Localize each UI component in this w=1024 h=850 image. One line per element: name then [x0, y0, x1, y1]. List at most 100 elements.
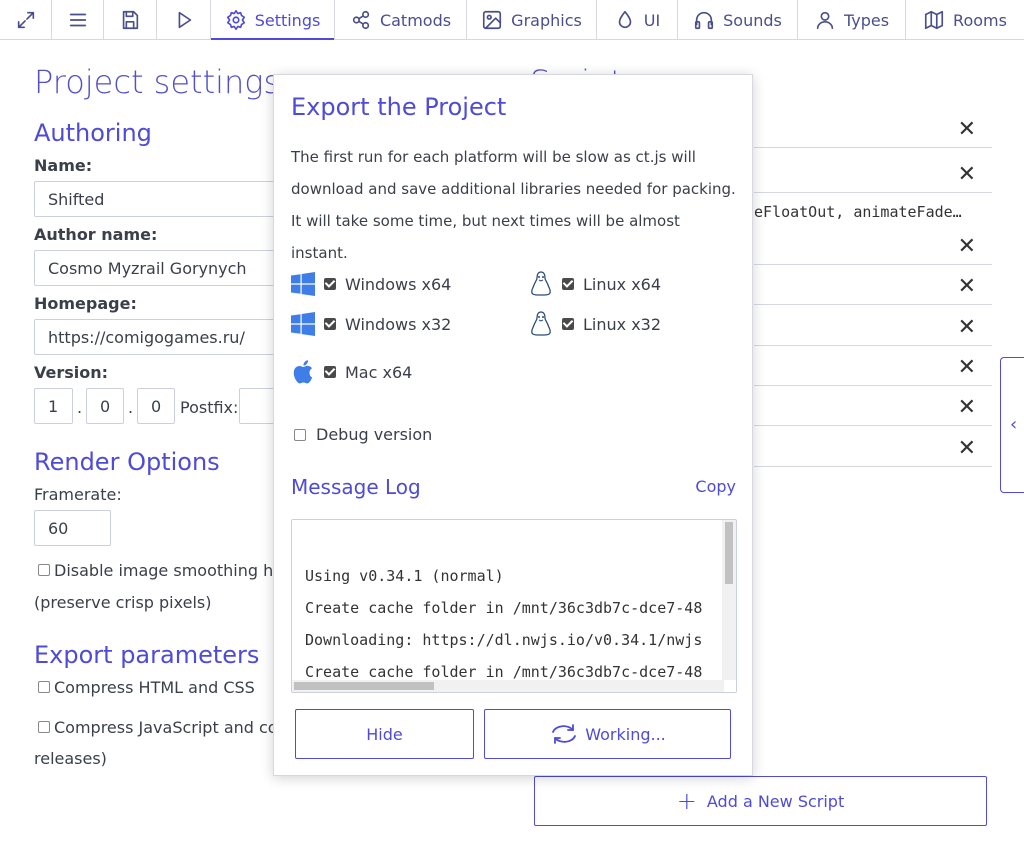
export-parameters-heading: Export parameters: [34, 641, 260, 669]
close-icon[interactable]: ✕: [958, 315, 976, 340]
version-minor-field[interactable]: 0: [86, 388, 124, 424]
tab-rooms[interactable]: Rooms: [906, 0, 1024, 40]
platform-windows-x32[interactable]: Windows x32: [290, 311, 451, 337]
framerate-field[interactable]: 60: [34, 510, 111, 546]
top-tab-bar: Settings Catmods Graphics UI Sounds Type…: [0, 0, 1024, 40]
platform-label: Linux x32: [583, 314, 662, 334]
script-row[interactable]: ✕: [754, 108, 992, 148]
platform-label: Mac x64: [345, 362, 413, 382]
smoothing-checkbox[interactable]: [38, 564, 50, 576]
smoothing-label: Disable image smoothing her: [54, 561, 290, 580]
menu-button[interactable]: [52, 0, 104, 40]
add-script-label: Add a New Script: [706, 791, 845, 811]
menu-icon: [69, 13, 86, 27]
debug-version-option[interactable]: Debug version: [294, 425, 432, 444]
script-row[interactable]: ✕: [754, 427, 992, 467]
compress-js-label-2: releases): [34, 749, 107, 768]
user-icon: [816, 11, 834, 30]
close-icon[interactable]: ✕: [958, 436, 976, 461]
tab-ui[interactable]: UI: [597, 0, 678, 40]
side-panel-toggle[interactable]: ‹: [1000, 357, 1024, 493]
compress-html-checkbox[interactable]: [38, 681, 50, 693]
homepage-label: Homepage:: [34, 294, 137, 313]
close-icon[interactable]: ✕: [958, 117, 976, 142]
export-dialog: Export the Project The first run for eac…: [273, 74, 753, 776]
tab-catmods[interactable]: Catmods: [335, 0, 467, 40]
compress-js-checkbox[interactable]: [38, 721, 50, 733]
script-row[interactable]: ✕: [754, 306, 992, 346]
version-label: Version:: [34, 363, 109, 382]
compress-js-label: Compress JavaScript and conv: [54, 718, 298, 737]
author-field[interactable]: Cosmo Myzrail Gorynych: [34, 250, 284, 286]
message-log[interactable]: Using v0.34.1 (normal) Create cache fold…: [291, 519, 737, 693]
homepage-field[interactable]: https://comigogames.ru/: [34, 319, 284, 355]
author-label: Author name:: [34, 225, 158, 244]
linux-icon: [528, 271, 554, 297]
add-script-button[interactable]: + Add a New Script: [534, 776, 987, 826]
tab-sounds[interactable]: Sounds: [678, 0, 798, 40]
script-row[interactable]: ✕: [754, 386, 992, 426]
tab-sounds-label: Sounds: [723, 10, 782, 30]
log-line: Downloading: https://dl.nwjs.io/v0.34.1/…: [305, 631, 703, 649]
windows-x32-checkbox[interactable]: [324, 318, 336, 330]
close-icon[interactable]: ✕: [958, 274, 976, 299]
tab-settings[interactable]: Settings: [211, 0, 335, 40]
tab-rooms-label: Rooms: [953, 10, 1007, 30]
scrollbar-thumb[interactable]: [725, 522, 733, 584]
tab-graphics[interactable]: Graphics: [467, 0, 597, 40]
hide-button[interactable]: Hide: [295, 709, 474, 759]
close-icon[interactable]: ✕: [958, 162, 976, 187]
close-icon[interactable]: ✕: [958, 234, 976, 259]
smoothing-label-2: (preserve crisp pixels): [34, 593, 212, 612]
tab-catmods-label: Catmods: [379, 10, 452, 30]
working-button[interactable]: Working...: [484, 709, 731, 759]
close-icon[interactable]: ✕: [958, 395, 976, 420]
platform-label: Windows x32: [345, 314, 452, 334]
linux-x64-checkbox[interactable]: [562, 278, 574, 290]
platform-mac-x64[interactable]: Mac x64: [290, 359, 412, 385]
compress-html-label: Compress HTML and CSS: [54, 678, 255, 697]
mac-x64-checkbox[interactable]: [324, 366, 336, 378]
platform-windows-x64[interactable]: Windows x64: [290, 271, 451, 297]
script-row[interactable]: ✕: [754, 225, 992, 265]
log-line: Using v0.34.1 (normal): [305, 567, 504, 585]
fullscreen-button[interactable]: [0, 0, 52, 40]
log-horizontal-scrollbar[interactable]: [292, 680, 724, 692]
copy-log-link[interactable]: Copy: [695, 477, 736, 496]
version-separator: .: [77, 398, 83, 417]
script-row[interactable]: ✕: [754, 346, 992, 386]
platform-label: Windows x64: [345, 274, 452, 294]
tab-types[interactable]: Types: [798, 0, 906, 40]
dialog-intro: The first run for each platform will be …: [291, 148, 736, 262]
launch-button[interactable]: [157, 0, 211, 40]
chevron-left-icon: ‹: [1010, 414, 1018, 435]
script-row[interactable]: ✕: [754, 265, 992, 305]
catmods-icon: [352, 10, 370, 30]
version-patch-field[interactable]: 0: [137, 388, 175, 424]
framerate-label: Framerate:: [34, 485, 122, 504]
windows-icon: [290, 311, 316, 337]
log-lines: Using v0.34.1 (normal) Create cache fold…: [305, 560, 702, 688]
log-vertical-scrollbar[interactable]: [722, 520, 736, 680]
close-icon[interactable]: ✕: [958, 355, 976, 380]
scrollbar-thumb[interactable]: [294, 682, 434, 690]
tab-ui-label: UI: [643, 10, 661, 30]
dialog-title: Export the Project: [291, 93, 507, 121]
image-icon: [483, 10, 502, 30]
linux-icon: [528, 311, 554, 337]
version-major-field[interactable]: 1: [34, 388, 73, 424]
debug-version-checkbox[interactable]: [294, 428, 306, 441]
platform-linux-x32[interactable]: Linux x32: [528, 311, 661, 337]
map-icon: [924, 10, 944, 30]
log-line: Create cache folder in /mnt/36c3db7c-dce…: [305, 599, 703, 617]
tab-graphics-label: Graphics: [511, 10, 582, 30]
platform-linux-x64[interactable]: Linux x64: [528, 271, 661, 297]
headphones-icon: [695, 11, 714, 30]
platform-label: Linux x64: [583, 274, 662, 294]
name-field[interactable]: Shifted: [34, 181, 284, 217]
script-row[interactable]: ✕: [754, 153, 992, 193]
windows-x64-checkbox[interactable]: [324, 278, 336, 290]
postfix-label: Postfix:: [180, 398, 239, 417]
linux-x32-checkbox[interactable]: [562, 318, 574, 330]
save-button[interactable]: [104, 0, 157, 40]
